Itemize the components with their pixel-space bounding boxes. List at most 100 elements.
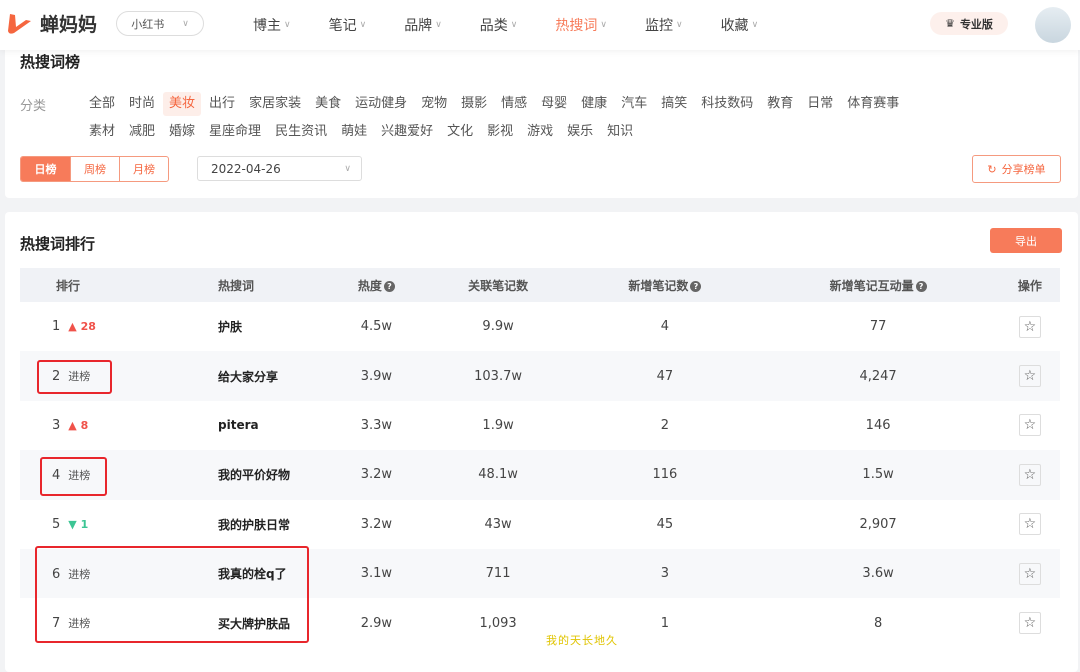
tab-period[interactable]: 周榜 bbox=[70, 157, 119, 181]
category-item[interactable]: 兴趣爱好 bbox=[375, 120, 439, 144]
chevron-down-icon: ∨ bbox=[435, 20, 442, 30]
help-icon[interactable]: ? bbox=[383, 280, 395, 292]
category-item[interactable]: 婚嫁 bbox=[163, 120, 201, 144]
category-item[interactable]: 娱乐 bbox=[561, 120, 599, 144]
category-item[interactable]: 宠物 bbox=[415, 92, 453, 116]
help-icon[interactable]: ? bbox=[915, 280, 927, 292]
interaction-cell: 8 bbox=[873, 615, 883, 631]
heat-cell: 3.1w bbox=[330, 548, 423, 599]
star-icon[interactable]: ☆ bbox=[1018, 365, 1041, 388]
rank-number: 5 bbox=[52, 516, 61, 532]
category-item[interactable]: 全部 bbox=[83, 92, 121, 116]
keyword-cell[interactable]: 护肤 bbox=[170, 302, 330, 351]
category-item[interactable]: 星座命理 bbox=[203, 120, 267, 144]
star-icon[interactable]: ☆ bbox=[1018, 513, 1041, 536]
share-button[interactable]: ↻ 分享榜单 bbox=[972, 155, 1061, 183]
category-item[interactable]: 家居家装 bbox=[243, 92, 307, 116]
nav-item[interactable]: 品类 ∨ bbox=[480, 15, 518, 35]
section-title: 热搜词排行 bbox=[20, 235, 96, 253]
category-item[interactable]: 日常 bbox=[801, 92, 839, 116]
nav-item[interactable]: 热搜词 ∨ bbox=[555, 15, 607, 35]
category-item[interactable]: 母婴 bbox=[535, 92, 573, 116]
category-item[interactable]: 文化 bbox=[441, 120, 479, 144]
category-item[interactable]: 搞笑 bbox=[655, 92, 693, 116]
export-button[interactable]: 导出 bbox=[990, 228, 1062, 253]
category-item[interactable]: 影视 bbox=[481, 120, 519, 144]
star-icon[interactable]: ☆ bbox=[1018, 612, 1041, 635]
category-item[interactable]: 摄影 bbox=[455, 92, 493, 116]
category-item[interactable]: 美食 bbox=[309, 92, 347, 116]
nav-item[interactable]: 笔记 ∨ bbox=[329, 15, 367, 35]
help-icon[interactable]: ? bbox=[690, 280, 702, 292]
keyword-cell[interactable]: 给大家分享 bbox=[170, 351, 330, 401]
rank-cell: 3 ▲ 8 bbox=[20, 401, 170, 450]
category-item[interactable]: 运动健身 bbox=[349, 92, 413, 116]
category-item[interactable]: 情感 bbox=[495, 92, 533, 116]
nav-label: 品牌 bbox=[404, 18, 433, 34]
new_notes-cell: 2 bbox=[660, 417, 670, 433]
column-header: 热搜词 bbox=[170, 268, 330, 302]
action-cell: ☆ bbox=[1000, 401, 1060, 450]
column-label: 热搜词 bbox=[218, 278, 255, 293]
top-header: 蝉妈妈 小红书 ∨ 博主 ∨ 笔记 ∨ 品牌 ∨ 品类 ∨ 热搜词 ∨ 监控 ∨ 收藏 ∨ ♛ 专业版 bbox=[0, 0, 1080, 50]
period-tabs: 日榜 周榜 月榜 bbox=[20, 156, 169, 182]
chevron-down-icon: ∨ bbox=[751, 20, 759, 30]
nav-item[interactable]: 监控 ∨ bbox=[645, 15, 683, 35]
logo-icon bbox=[8, 13, 31, 34]
heat-cell: 3.2w bbox=[360, 516, 393, 532]
action-cell: ☆ bbox=[1000, 500, 1060, 549]
interaction-cell: 77 bbox=[869, 319, 887, 335]
date-picker[interactable]: 2022-04-26 ∨ bbox=[197, 156, 362, 181]
chevron-down-icon: ∨ bbox=[182, 18, 189, 29]
tab-period[interactable]: 日榜 bbox=[21, 157, 70, 181]
rank-number: 1 bbox=[52, 319, 61, 335]
category-item[interactable]: 出行 bbox=[203, 92, 241, 116]
category-item[interactable]: 萌娃 bbox=[335, 120, 373, 144]
star-icon[interactable]: ☆ bbox=[1018, 315, 1041, 338]
rank-change: ▲ 8 bbox=[68, 419, 88, 432]
star-icon[interactable]: ☆ bbox=[1018, 463, 1041, 486]
star-icon[interactable]: ☆ bbox=[1018, 562, 1041, 585]
category-item[interactable]: 科技数码 bbox=[695, 92, 759, 116]
category-item[interactable]: 汽车 bbox=[615, 92, 653, 116]
nav-label: 热搜词 bbox=[555, 18, 598, 34]
nav-item[interactable]: 品牌 ∨ bbox=[404, 15, 442, 35]
rank-change-value: 8 bbox=[80, 418, 89, 432]
table-row: 5 ▼ 1 我的护肤日常 3.2w 43w 45 2,907 ☆ bbox=[20, 500, 1060, 549]
nav-item[interactable]: 收藏 ∨ bbox=[721, 15, 759, 35]
brand-name: 蝉妈妈 bbox=[40, 14, 98, 36]
star-icon[interactable]: ☆ bbox=[1018, 414, 1041, 437]
category-item[interactable]: 减肥 bbox=[123, 120, 161, 144]
column-header: 排行 bbox=[20, 268, 170, 302]
category-item[interactable]: 美妆 bbox=[163, 92, 202, 116]
keyword-cell[interactable]: pitera bbox=[170, 401, 330, 450]
related-cell: 43w bbox=[484, 516, 512, 532]
tab-period[interactable]: 月榜 bbox=[119, 157, 168, 181]
keyword-cell[interactable]: 我的护肤日常 bbox=[170, 500, 330, 549]
action-cell: ☆ bbox=[999, 450, 1060, 500]
category-item[interactable]: 教育 bbox=[761, 92, 799, 116]
category-item[interactable]: 知识 bbox=[601, 120, 639, 144]
nav-label: 监控 bbox=[644, 18, 673, 34]
avatar[interactable] bbox=[1035, 7, 1071, 43]
category-item[interactable]: 游戏 bbox=[521, 120, 559, 144]
platform-select[interactable]: 小红书 ∨ bbox=[116, 11, 204, 36]
nav-label: 收藏 bbox=[720, 18, 749, 34]
category-item[interactable]: 时尚 bbox=[123, 92, 161, 116]
category-item[interactable]: 民生资讯 bbox=[269, 120, 333, 144]
pro-badge[interactable]: ♛ 专业版 bbox=[930, 12, 1008, 35]
category-item[interactable]: 健康 bbox=[575, 92, 613, 116]
action-cell: ☆ bbox=[1000, 598, 1060, 647]
nav-item[interactable]: 博主 ∨ bbox=[253, 15, 291, 35]
action-cell: ☆ bbox=[999, 548, 1060, 599]
column-header: 新增笔记数? bbox=[573, 268, 757, 302]
column-label: 新增笔记互动量 bbox=[829, 278, 914, 293]
category-item[interactable]: 素材 bbox=[83, 120, 121, 144]
rank-number: 3 bbox=[52, 417, 61, 433]
related-cell: 48.1w bbox=[422, 450, 574, 500]
category-item[interactable]: 体育赛事 bbox=[841, 92, 905, 116]
new_notes-cell: 116 bbox=[573, 450, 757, 500]
nav-label: 博主 bbox=[253, 18, 281, 34]
keyword-cell[interactable]: 我的平价好物 bbox=[170, 450, 330, 500]
logo[interactable]: 蝉妈妈 bbox=[6, 10, 97, 37]
